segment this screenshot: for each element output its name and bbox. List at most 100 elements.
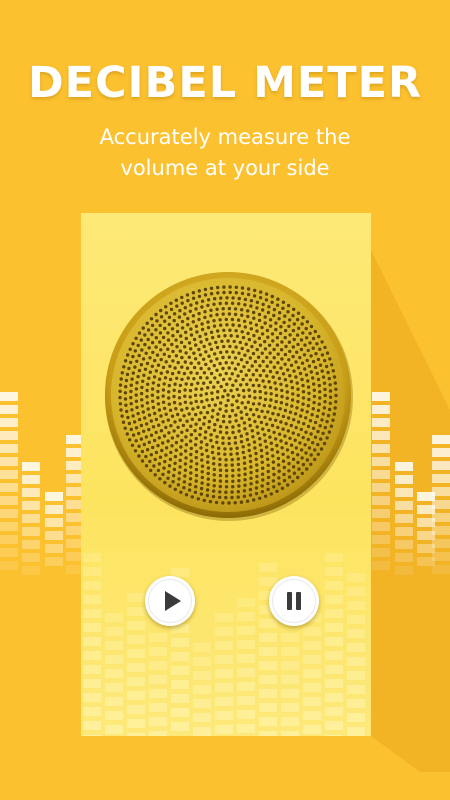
grille-hole: [271, 466, 276, 471]
grille-hole: [143, 367, 148, 371]
grille-hole: [332, 412, 336, 416]
grille-hole: [253, 419, 257, 424]
grille-hole: [176, 360, 180, 365]
grille-hole: [135, 381, 139, 385]
grille-hole: [272, 472, 276, 477]
pause-button[interactable]: [269, 576, 319, 626]
grille-hole: [283, 314, 287, 318]
grille-hole: [221, 436, 225, 440]
grille-hole: [286, 310, 290, 314]
grille-hole: [307, 397, 311, 402]
grille-hole: [296, 420, 301, 424]
grille-hole: [167, 464, 172, 468]
pause-button-ring: [272, 579, 316, 623]
grille-hole: [127, 366, 131, 371]
grille-hole: [323, 358, 327, 363]
grille-hole: [321, 431, 325, 436]
grille-hole: [242, 456, 247, 460]
grille-hole: [194, 422, 198, 426]
grille-hole: [202, 357, 206, 361]
grille-hole: [239, 358, 244, 362]
grille-hole: [243, 297, 248, 302]
grille-hole: [178, 418, 182, 422]
grille-hole: [196, 405, 200, 409]
grille-hole: [168, 377, 173, 382]
grille-hole: [168, 408, 173, 412]
grille-hole: [251, 383, 255, 388]
grille-hole: [180, 295, 184, 300]
grille-hole: [237, 324, 241, 328]
grille-hole: [221, 395, 225, 399]
grille-hole: [179, 445, 183, 449]
grille-hole: [263, 315, 267, 319]
grille-hole: [228, 328, 232, 332]
grille-hole: [199, 393, 203, 397]
grille-hole: [283, 335, 287, 340]
grille-hole: [118, 383, 123, 387]
grille-hole: [323, 393, 327, 398]
grille-hole: [137, 368, 142, 373]
grille-hole: [254, 486, 259, 490]
grille-hole: [198, 376, 203, 380]
grille-hole: [131, 414, 135, 418]
grille-hole: [240, 313, 244, 317]
grille-hole: [177, 315, 182, 319]
grille-hole: [324, 364, 329, 369]
grille-hole: [276, 463, 281, 467]
grille-hole: [145, 401, 150, 405]
grille-hole: [249, 465, 253, 469]
grille-hole: [162, 382, 166, 386]
grille-hole: [266, 475, 271, 480]
grille-hole: [216, 285, 220, 290]
grille-hole: [271, 479, 276, 483]
play-button[interactable]: [145, 576, 195, 626]
grille-hole: [213, 376, 217, 380]
grille-hole: [240, 330, 244, 334]
grille-hole: [311, 336, 316, 341]
grille-hole: [171, 480, 175, 484]
grille-hole: [184, 493, 189, 497]
grille-hole: [307, 446, 312, 450]
grille-hole: [243, 427, 247, 431]
grille-hole: [269, 398, 273, 402]
grille-hole: [290, 404, 294, 408]
grille-hole: [180, 326, 185, 330]
grille-hole: [301, 435, 305, 440]
grille-hole: [215, 357, 219, 361]
grille-hole: [193, 393, 198, 397]
grille-hole: [242, 421, 247, 425]
grille-hole: [264, 292, 269, 296]
grille-hole: [185, 293, 190, 297]
grille-hole: [275, 443, 279, 448]
grille-hole: [229, 334, 233, 338]
grille-hole: [318, 347, 322, 351]
grille-hole: [298, 414, 303, 418]
grille-hole: [271, 411, 275, 416]
grille-hole: [215, 418, 220, 422]
grille-hole: [241, 388, 246, 393]
grille-hole: [245, 432, 249, 436]
grille-hole: [146, 328, 151, 332]
grille-hole: [126, 415, 130, 420]
grille-hole: [224, 361, 228, 365]
grille-hole: [144, 454, 148, 459]
grille-hole: [305, 458, 310, 462]
pause-icon-bar: [296, 592, 301, 610]
grille-hole: [216, 380, 220, 384]
grille-hole: [239, 383, 243, 387]
grille-hole: [189, 371, 193, 375]
grille-hole: [295, 317, 300, 322]
grille-hole: [277, 376, 282, 381]
grille-hole: [231, 485, 235, 489]
grille-hole: [234, 419, 238, 423]
grille-hole: [156, 402, 161, 406]
grille-hole: [270, 332, 275, 336]
grille-hole: [205, 398, 209, 402]
grille-hole: [157, 462, 162, 466]
grille-hole: [218, 479, 223, 483]
grille-hole: [237, 479, 241, 483]
grille-hole: [219, 296, 223, 300]
grille-hole: [172, 429, 176, 433]
grille-hole: [124, 403, 128, 407]
grille-hole: [325, 351, 330, 355]
